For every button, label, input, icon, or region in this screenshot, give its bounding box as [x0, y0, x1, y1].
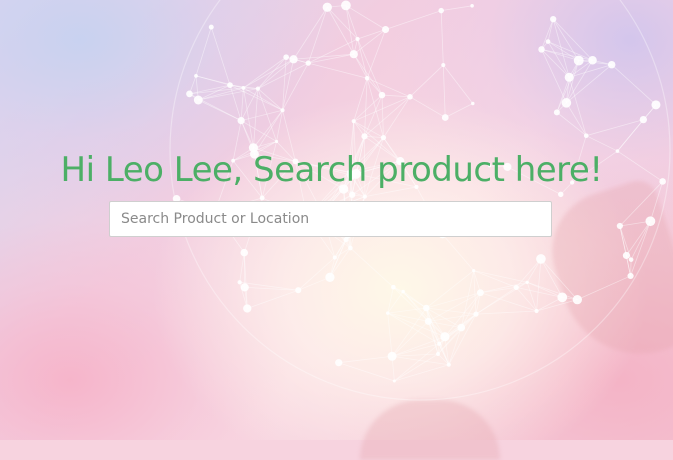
search-input[interactable]: [110, 202, 551, 236]
hero-section: Hi Leo Lee, Search product here!: [0, 0, 673, 440]
page-title: Hi Leo Lee, Search product here!: [0, 150, 663, 190]
search-box[interactable]: [109, 201, 552, 237]
